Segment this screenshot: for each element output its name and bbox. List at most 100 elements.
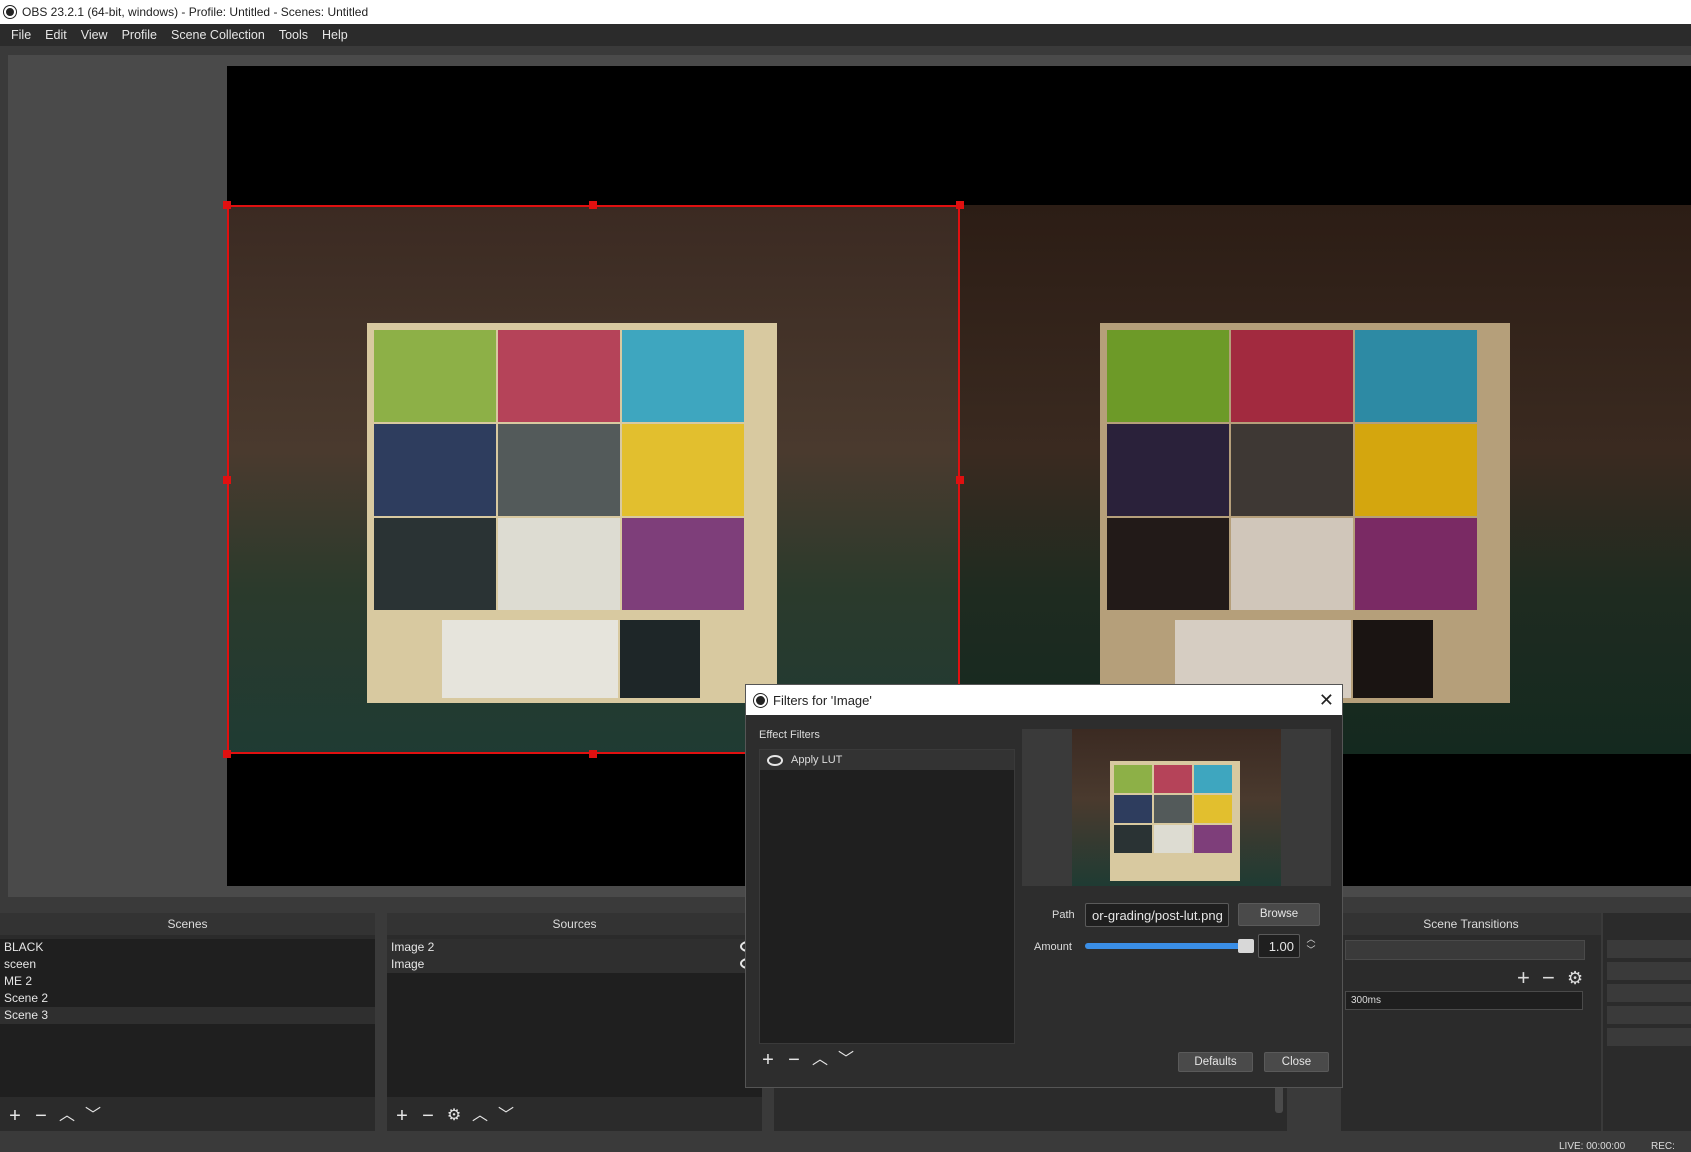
menu-bar: File Edit View Profile Scene Collection …: [0, 24, 1691, 46]
source-selection-box[interactable]: [227, 205, 960, 754]
menu-edit[interactable]: Edit: [38, 28, 74, 42]
move-down-icon[interactable]: ﹀: [837, 1050, 855, 1070]
browse-button[interactable]: Browse: [1238, 903, 1320, 926]
menu-scene-collection[interactable]: Scene Collection: [164, 28, 272, 42]
add-filter-icon[interactable]: +: [759, 1050, 777, 1070]
swatch-lut-yellow: [1355, 424, 1477, 516]
scene-transitions-title: Scene Transitions: [1341, 913, 1601, 935]
controls-dock: [1603, 913, 1691, 1131]
visibility-eye-icon[interactable]: [767, 754, 783, 766]
menu-view[interactable]: View: [74, 28, 115, 42]
amount-stepper[interactable]: ︿ ﹀: [1304, 934, 1318, 958]
resize-handle-tr[interactable]: [956, 201, 964, 209]
dialog-title-bar: Filters for 'Image' ✕: [746, 685, 1342, 715]
amount-slider-handle[interactable]: [1238, 939, 1255, 953]
transition-remove-icon[interactable]: −: [1542, 965, 1555, 991]
preview-swatch: [1154, 795, 1192, 823]
preview-swatch: [1154, 765, 1192, 793]
exit-button[interactable]: [1607, 1028, 1691, 1046]
gear-icon[interactable]: ⚙: [1567, 968, 1583, 989]
preview-swatch: [1154, 825, 1192, 853]
transition-select[interactable]: [1345, 940, 1585, 960]
source-item[interactable]: Image 2: [387, 939, 762, 956]
swatch-lut-cyan: [1355, 330, 1477, 422]
scene-item[interactable]: ME 2: [0, 973, 375, 990]
resize-handle-t[interactable]: [589, 201, 597, 209]
scenes-list: BLACK sceen ME 2 Scene 2 Scene 3: [0, 939, 375, 1097]
live-status: LIVE: 00:00:00: [1559, 1141, 1626, 1152]
menu-file[interactable]: File: [4, 28, 38, 42]
filter-item[interactable]: Apply LUT: [760, 750, 1014, 770]
obs-logo-icon: [754, 693, 767, 707]
studio-mode-button[interactable]: [1607, 984, 1691, 1002]
remove-filter-icon[interactable]: −: [785, 1050, 803, 1070]
duration-value: 300ms: [1351, 995, 1382, 1006]
source-item-label: Image 2: [391, 940, 435, 954]
close-icon[interactable]: ✕: [1319, 690, 1334, 711]
resize-handle-tl[interactable]: [223, 201, 231, 209]
scene-item[interactable]: sceen: [0, 956, 375, 973]
resize-handle-b[interactable]: [589, 750, 597, 758]
window-title-bar: OBS 23.2.1 (64-bit, windows) - Profile: …: [0, 0, 1691, 24]
source-item[interactable]: Image: [387, 956, 762, 973]
menu-profile[interactable]: Profile: [115, 28, 164, 42]
resize-handle-r[interactable]: [956, 476, 964, 484]
resize-handle-bl[interactable]: [223, 750, 231, 758]
start-streaming-button[interactable]: [1607, 940, 1691, 958]
gear-icon[interactable]: ⚙: [445, 1106, 463, 1126]
filter-preview: [1022, 729, 1331, 886]
preview-swatch: [1114, 825, 1152, 853]
amount-slider-fill: [1085, 943, 1247, 949]
start-recording-button[interactable]: [1607, 962, 1691, 980]
sources-dock-title: Sources: [387, 913, 762, 935]
move-up-icon[interactable]: ︿: [811, 1050, 829, 1070]
sources-list: Image 2 Image: [387, 939, 762, 1097]
remove-scene-icon[interactable]: −: [32, 1106, 50, 1126]
window-title: OBS 23.2.1 (64-bit, windows) - Profile: …: [22, 5, 369, 19]
close-button[interactable]: Close: [1264, 1052, 1329, 1072]
filter-item-label: Apply LUT: [791, 754, 843, 766]
source-image[interactable]: [960, 205, 1691, 754]
settings-button[interactable]: [1607, 1006, 1691, 1024]
add-source-icon[interactable]: +: [393, 1106, 411, 1126]
move-up-icon[interactable]: ︿: [471, 1106, 489, 1126]
scene-item-selected[interactable]: Scene 3: [0, 1007, 375, 1024]
duration-field[interactable]: 300ms: [1345, 991, 1583, 1010]
move-down-icon[interactable]: ﹀: [497, 1106, 515, 1126]
menu-tools[interactable]: Tools: [272, 28, 315, 42]
amount-label: Amount: [1034, 941, 1072, 953]
swatch-lut-green: [1107, 330, 1229, 422]
transition-add-icon[interactable]: +: [1517, 965, 1530, 991]
obs-logo-icon: [4, 6, 16, 18]
menu-help[interactable]: Help: [315, 28, 355, 42]
preview-swatch: [1194, 825, 1232, 853]
preview-swatch: [1114, 765, 1152, 793]
swatch-lut-gray: [1231, 424, 1353, 516]
path-input[interactable]: or-grading/post-lut.png: [1085, 903, 1229, 927]
scene-transitions-dock: Scene Transitions + − ⚙ 300ms: [1341, 913, 1601, 1131]
preview-swatch: [1114, 795, 1152, 823]
defaults-button[interactable]: Defaults: [1178, 1052, 1253, 1072]
amount-slider[interactable]: [1085, 939, 1255, 953]
swatch-lut-red: [1231, 330, 1353, 422]
effect-filters-list: Apply LUT: [759, 749, 1015, 1044]
resize-handle-l[interactable]: [223, 476, 231, 484]
scene-item[interactable]: Scene 2: [0, 990, 375, 1007]
swatch-lut-purple: [1355, 518, 1477, 610]
swatch-lut-black-strip: [1353, 620, 1433, 698]
path-label: Path: [1052, 909, 1075, 921]
scenes-dock-title: Scenes: [0, 913, 375, 935]
move-up-icon[interactable]: ︿: [58, 1106, 76, 1126]
swatch-lut-white: [1231, 518, 1353, 610]
amount-input[interactable]: 1.00: [1258, 934, 1300, 958]
scene-item[interactable]: BLACK: [0, 939, 375, 956]
remove-source-icon[interactable]: −: [419, 1106, 437, 1126]
swatch-lut-dark: [1107, 518, 1229, 610]
preview-swatch: [1194, 765, 1232, 793]
filters-dialog: Filters for 'Image' ✕ Effect Filters App…: [745, 684, 1343, 1088]
swatch-lut-navy: [1107, 424, 1229, 516]
filters-toolbar: + − ︿ ﹀: [759, 1050, 855, 1070]
move-down-icon[interactable]: ﹀: [84, 1106, 102, 1126]
effect-filters-label: Effect Filters: [759, 729, 820, 741]
add-scene-icon[interactable]: +: [6, 1106, 24, 1126]
